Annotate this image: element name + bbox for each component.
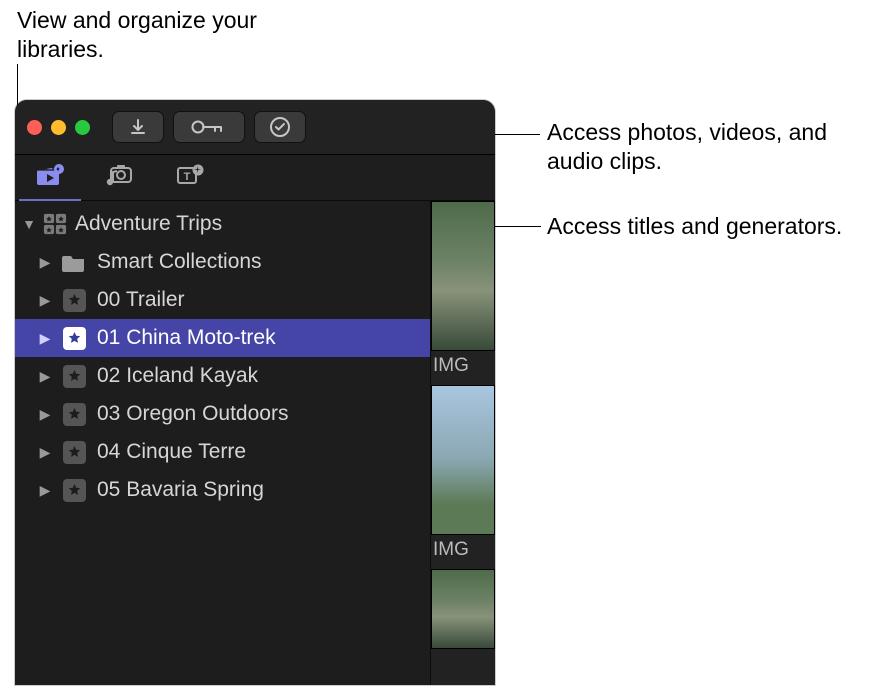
event-icon	[61, 363, 87, 389]
callout-media: Access photos, videos, and audio clips.	[547, 118, 867, 176]
titles-generators-tab[interactable]: T	[155, 155, 225, 200]
sidebar-item-event[interactable]: ▶ 04 Cinque Terre	[15, 433, 430, 471]
library-row[interactable]: ▼ Adventure Trips	[15, 205, 430, 243]
titlebar	[15, 100, 495, 155]
library-name: Adventure Trips	[75, 212, 222, 236]
event-icon	[61, 477, 87, 503]
disclosure-triangle-icon[interactable]: ▶	[37, 254, 53, 271]
browser-content: ▼ Adventure Trips ▶	[15, 201, 495, 685]
sidebar-item-event[interactable]: ▶ 05 Bavaria Spring	[15, 471, 430, 509]
folder-icon	[61, 249, 87, 275]
sidebar-item-label: 04 Cinque Terre	[97, 440, 246, 464]
event-icon	[61, 287, 87, 313]
sidebar-item-event[interactable]: ▶ 00 Trailer	[15, 281, 430, 319]
maximize-button[interactable]	[75, 120, 90, 135]
libraries-sidebar[interactable]: ▼ Adventure Trips ▶	[15, 201, 431, 685]
close-button[interactable]	[27, 120, 42, 135]
clip-label: IMG	[431, 351, 495, 385]
clip-label: IMG	[431, 535, 495, 569]
disclosure-triangle-icon[interactable]: ▶	[37, 406, 53, 423]
callout-libraries: View and organize your libraries.	[17, 6, 277, 64]
sidebar-tabbar: T	[15, 155, 495, 201]
event-icon	[61, 439, 87, 465]
event-icon	[61, 401, 87, 427]
sidebar-item-label: Smart Collections	[97, 250, 262, 274]
import-button[interactable]	[112, 111, 164, 143]
clip-thumbnail[interactable]	[431, 569, 495, 649]
app-window: T ▼	[15, 100, 495, 685]
minimize-button[interactable]	[51, 120, 66, 135]
clip-browser[interactable]: IMG IMG	[431, 201, 495, 685]
window-controls	[27, 120, 90, 135]
disclosure-triangle-icon[interactable]: ▶	[37, 444, 53, 461]
disclosure-triangle-icon[interactable]: ▶	[37, 330, 53, 347]
sidebar-item-event[interactable]: ▶ 01 China Moto-trek	[15, 319, 430, 357]
svg-text:T: T	[184, 171, 191, 183]
libraries-tab[interactable]	[15, 155, 85, 200]
clip-thumbnail[interactable]	[431, 385, 495, 535]
library-icon	[43, 213, 67, 235]
sidebar-item-label: 01 China Moto-trek	[97, 326, 276, 350]
camera-music-icon	[105, 163, 135, 192]
disclosure-triangle-icon[interactable]: ▶	[37, 292, 53, 309]
clapperboard-icon	[36, 163, 64, 192]
callout-titles: Access titles and generators.	[547, 212, 867, 241]
clip-thumbnail[interactable]	[431, 201, 495, 351]
sidebar-item-label: 00 Trailer	[97, 288, 185, 312]
background-tasks-button[interactable]	[254, 111, 306, 143]
event-icon	[61, 325, 87, 351]
photos-music-tab[interactable]	[85, 155, 155, 200]
keyword-button[interactable]	[173, 111, 245, 143]
sidebar-item-smart-collections[interactable]: ▶ Smart Collections	[15, 243, 430, 281]
disclosure-triangle-icon[interactable]: ▼	[21, 216, 37, 232]
title-generator-icon: T	[175, 163, 205, 192]
sidebar-item-label: 03 Oregon Outdoors	[97, 402, 288, 426]
sidebar-item-event[interactable]: ▶ 03 Oregon Outdoors	[15, 395, 430, 433]
disclosure-triangle-icon[interactable]: ▶	[37, 368, 53, 385]
sidebar-item-label: 02 Iceland Kayak	[97, 364, 258, 388]
sidebar-item-event[interactable]: ▶ 02 Iceland Kayak	[15, 357, 430, 395]
disclosure-triangle-icon[interactable]: ▶	[37, 482, 53, 499]
sidebar-item-label: 05 Bavaria Spring	[97, 478, 264, 502]
